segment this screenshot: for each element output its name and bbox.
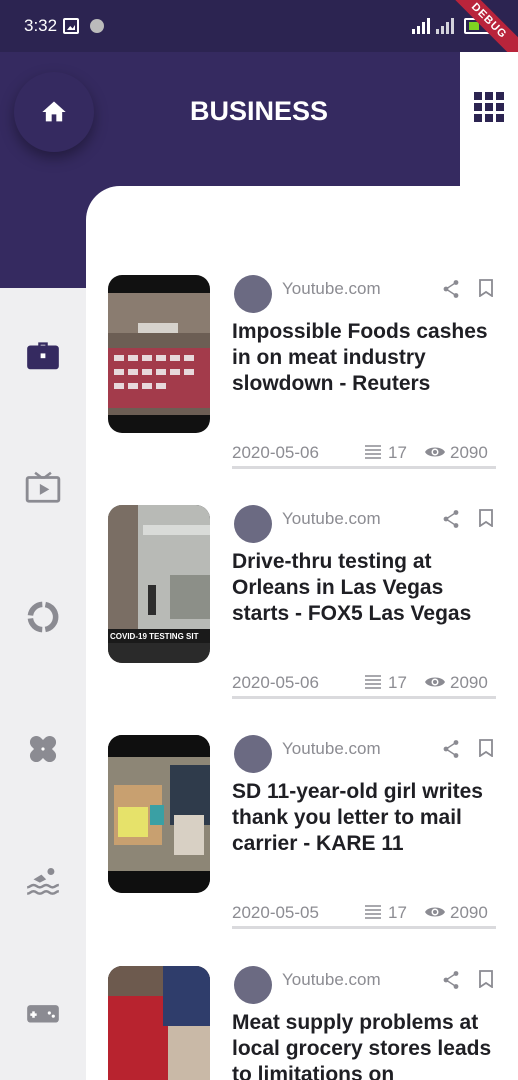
article-count: 17: [388, 903, 407, 922]
status-time: 3:32: [24, 16, 58, 35]
article-title[interactable]: SD 11-year-old girl writes thank you let…: [232, 779, 500, 857]
notification-dot-icon: [90, 19, 104, 33]
source-avatar: [234, 275, 272, 313]
article-card[interactable]: Youtube.com Meat supply problems at loca…: [108, 966, 508, 1080]
category-entertainment[interactable]: [22, 466, 64, 508]
article-meta: 2020-05-05 17 2090: [232, 901, 496, 929]
bookmark-icon[interactable]: [478, 739, 494, 757]
article-thumbnail: COVID-19 TESTING SIT: [108, 505, 210, 663]
status-bar: 3:32: [0, 0, 518, 52]
article-views: 2090: [450, 673, 488, 692]
category-general[interactable]: [22, 596, 64, 638]
bookmark-icon[interactable]: [478, 279, 494, 297]
category-health[interactable]: [22, 728, 64, 770]
article-card[interactable]: Youtube.com Impossible Foods cashes in o…: [108, 275, 508, 475]
tv-play-icon: [25, 471, 61, 503]
swimming-icon: [27, 868, 59, 895]
list-icon: [365, 905, 381, 919]
article-card[interactable]: COVID-19 TESTING SIT Youtube.com Drive-t…: [108, 505, 508, 705]
article-date: 2020-05-06: [232, 443, 319, 462]
source-avatar: [234, 966, 272, 1004]
category-gaming[interactable]: [22, 992, 64, 1034]
share-icon[interactable]: [442, 509, 460, 529]
article-views: 2090: [450, 443, 488, 462]
page-title: BUSINESS: [189, 96, 329, 126]
circle-ring-icon: [27, 601, 59, 633]
article-title[interactable]: Drive-thru testing at Orleans in Las Veg…: [232, 549, 500, 627]
category-sports[interactable]: [22, 860, 64, 902]
article-thumbnail: [108, 275, 210, 433]
grid-menu-button[interactable]: [474, 92, 504, 122]
article-views: 2090: [450, 903, 488, 922]
image-notification-icon: [63, 18, 79, 34]
article-count: 17: [388, 443, 407, 462]
category-sidebar: [0, 288, 86, 1080]
eye-icon: [425, 677, 445, 687]
list-icon: [365, 445, 381, 459]
grid-icon: [474, 92, 482, 100]
eye-icon: [425, 447, 445, 457]
source-avatar: [234, 735, 272, 773]
bookmark-icon[interactable]: [478, 970, 494, 988]
svg-text:COVID-19 TESTING SIT: COVID-19 TESTING SIT: [110, 632, 199, 641]
article-source: Youtube.com: [282, 739, 381, 758]
category-business[interactable]: [22, 334, 64, 376]
article-thumbnail: [108, 735, 210, 893]
briefcase-icon: [27, 342, 59, 370]
article-source: Youtube.com: [282, 509, 381, 528]
article-source: Youtube.com: [282, 279, 381, 298]
share-icon[interactable]: [442, 970, 460, 990]
list-icon: [365, 675, 381, 689]
article-date: 2020-05-06: [232, 673, 319, 692]
article-count: 17: [388, 673, 407, 692]
bookmark-icon[interactable]: [478, 509, 494, 527]
article-source: Youtube.com: [282, 970, 381, 989]
article-card[interactable]: Youtube.com SD 11-year-old girl writes t…: [108, 735, 508, 935]
article-date: 2020-05-05: [232, 903, 319, 922]
article-thumbnail: [108, 966, 210, 1080]
signal-icon: [436, 18, 456, 34]
gamepad-icon: [27, 1005, 59, 1023]
signal-3g-icon: [412, 18, 432, 34]
eye-icon: [425, 907, 445, 917]
source-avatar: [234, 505, 272, 543]
article-meta: 2020-05-06 17 2090: [232, 441, 496, 469]
article-meta: 2020-05-06 17 2090: [232, 671, 496, 699]
bandage-icon: [29, 735, 57, 763]
share-icon[interactable]: [442, 739, 460, 759]
article-title[interactable]: Meat supply problems at local grocery st…: [232, 1010, 500, 1080]
article-title[interactable]: Impossible Foods cashes in on meat indus…: [232, 319, 500, 397]
share-icon[interactable]: [442, 279, 460, 299]
